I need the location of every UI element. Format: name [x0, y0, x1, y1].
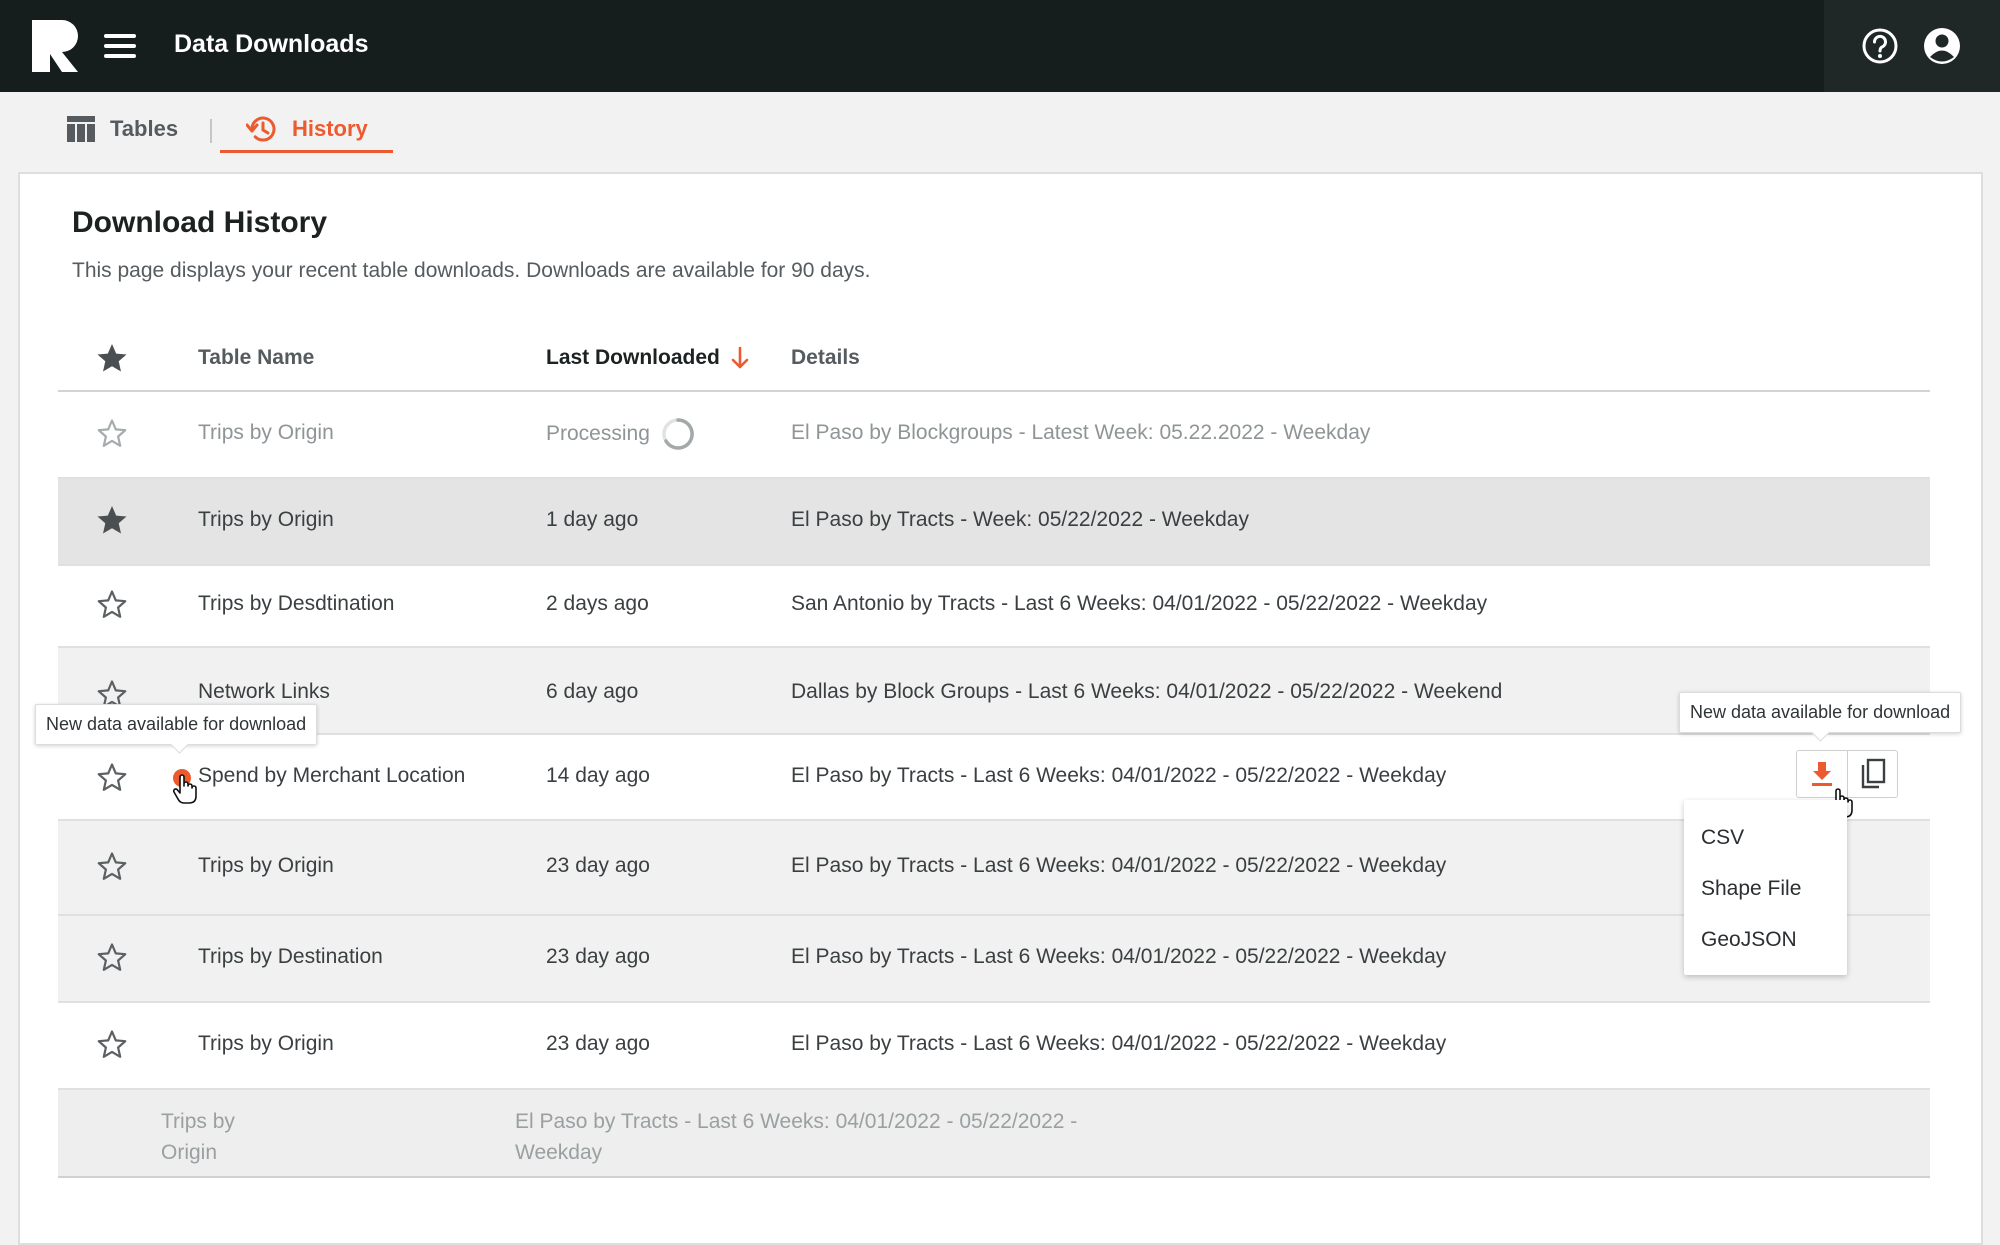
- tab-tables-label: Tables: [110, 116, 179, 141]
- table-name-cell: Trips by Origin: [198, 421, 334, 444]
- table-name-cell: Trips by Origin: [161, 1110, 235, 1164]
- new-data-tooltip-download: New data available for download: [1679, 692, 1962, 733]
- table-row[interactable]: Network Links 6 day ago Dallas by Block …: [58, 648, 1930, 735]
- download-format-menu: CSV Shape File GeoJSON: [1684, 800, 1847, 975]
- details-cell: El Paso by Tracts - Week: 05/22/2022 - W…: [791, 508, 1249, 531]
- star-outline-icon[interactable]: [96, 1028, 128, 1060]
- star-outline-icon[interactable]: [96, 417, 128, 449]
- last-downloaded-cell: 2 days ago: [546, 592, 649, 615]
- column-header-last-downloaded-label: Last Downloaded: [546, 346, 720, 369]
- star-outline-icon[interactable]: [96, 850, 128, 882]
- hand-cursor-icon: [172, 774, 197, 804]
- page-subtitle: This page displays your recent table dow…: [72, 259, 871, 282]
- help-circle-icon[interactable]: [1860, 26, 1900, 66]
- table-name-cell: Trips by Origin: [198, 854, 334, 877]
- history-icon: [246, 116, 276, 142]
- last-downloaded-cell: 23 day ago: [546, 854, 650, 877]
- table-row[interactable]: Trips by Origin 1 day ago El Paso by Tra…: [58, 479, 1930, 566]
- top-navigation-bar: Data Downloads: [0, 0, 2000, 92]
- download-history-table: Table Name Last Downloaded Details Trips…: [58, 322, 1930, 1178]
- table-name-cell: Trips by Origin: [198, 1032, 334, 1055]
- details-cell: El Paso by Tracts - Last 6 Weeks: 04/01/…: [515, 1110, 1078, 1164]
- sort-descending-arrow-icon: [731, 346, 749, 369]
- app-title: Data Downloads: [174, 30, 369, 58]
- processing-label: Processing: [546, 422, 650, 445]
- last-downloaded-cell: 6 day ago: [546, 680, 639, 703]
- table-row[interactable]: Trips by Origin Processing El Paso by Bl…: [58, 392, 1930, 479]
- star-outline-icon[interactable]: [96, 941, 128, 973]
- menu-item-shape-file[interactable]: Shape File: [1684, 863, 1847, 914]
- tab-tables[interactable]: Tables: [66, 108, 178, 150]
- last-downloaded-cell: 23 day ago: [546, 945, 650, 968]
- table-name-cell: Spend by Merchant Location: [198, 764, 466, 787]
- last-downloaded-cell: 1 day ago: [546, 508, 639, 531]
- table-name-cell: Trips by Desdtination: [198, 592, 395, 615]
- details-cell: El Paso by Tracts - Last 6 Weeks: 04/01/…: [791, 945, 1447, 968]
- menu-item-csv[interactable]: CSV: [1684, 812, 1847, 863]
- details-cell: El Paso by Tracts - Last 6 Weeks: 04/01/…: [791, 854, 1447, 877]
- tab-history-label: History: [292, 116, 368, 141]
- column-header-details[interactable]: Details: [791, 346, 860, 370]
- table-icon: [67, 116, 95, 142]
- table-row[interactable]: Trips by Desdtination 2 days ago San Ant…: [58, 566, 1930, 648]
- tab-divider: [210, 119, 212, 143]
- copy-icon: [1861, 758, 1885, 789]
- star-filled-icon[interactable]: [96, 504, 128, 536]
- details-cell: El Paso by Tracts - Last 6 Weeks: 04/01/…: [791, 1032, 1447, 1055]
- active-tab-indicator: [220, 150, 393, 153]
- column-header-table-name[interactable]: Table Name: [198, 346, 314, 370]
- menu-item-geojson[interactable]: GeoJSON: [1684, 914, 1847, 965]
- table-name-cell: Network Links: [198, 680, 330, 703]
- details-cell: San Antonio by Tracts - Last 6 Weeks: 04…: [791, 592, 1488, 615]
- details-cell: El Paso by Tracts - Last 6 Weeks: 04/01/…: [791, 764, 1447, 787]
- r-logo-icon[interactable]: [32, 20, 80, 72]
- star-column-icon[interactable]: [96, 342, 128, 374]
- table-name-cell: Trips by Destination: [198, 945, 383, 968]
- last-downloaded-cell: 23 day ago: [546, 1032, 650, 1055]
- table-header-row: Table Name Last Downloaded Details: [58, 322, 1930, 392]
- copy-button[interactable]: [1847, 751, 1897, 797]
- details-cell: El Paso by Blockgroups - Latest Week: 05…: [791, 421, 1371, 444]
- star-outline-icon[interactable]: [96, 588, 128, 620]
- new-data-tooltip: New data available for download: [35, 704, 318, 745]
- page-title: Download History: [72, 206, 328, 239]
- table-row[interactable]: Spend by Merchant Location 14 day ago El…: [58, 735, 1930, 821]
- loading-spinner-icon: [662, 418, 694, 450]
- hamburger-menu-icon[interactable]: [102, 30, 138, 62]
- column-header-last-downloaded[interactable]: Last Downloaded: [546, 346, 750, 370]
- table-name-cell: Trips by Origin: [198, 508, 334, 531]
- account-circle-icon[interactable]: [1922, 26, 1962, 66]
- table-row[interactable]: Trips by Origin El Paso by Tracts - Last…: [58, 1090, 1930, 1178]
- details-cell: Dallas by Block Groups - Last 6 Weeks: 0…: [791, 680, 1503, 703]
- star-outline-icon[interactable]: [96, 761, 128, 793]
- processing-status: Processing: [546, 416, 696, 452]
- download-icon: [1812, 762, 1832, 786]
- last-downloaded-cell: 14 day ago: [546, 764, 650, 787]
- table-row[interactable]: Trips by Origin 23 day ago El Paso by Tr…: [58, 1003, 1930, 1090]
- table-row[interactable]: Trips by Origin 23 day ago El Paso by Tr…: [58, 821, 1930, 916]
- topbar-right-area: [1824, 0, 2000, 92]
- tab-history[interactable]: History: [246, 108, 368, 150]
- table-row[interactable]: Trips by Destination 23 day ago El Paso …: [58, 916, 1930, 1003]
